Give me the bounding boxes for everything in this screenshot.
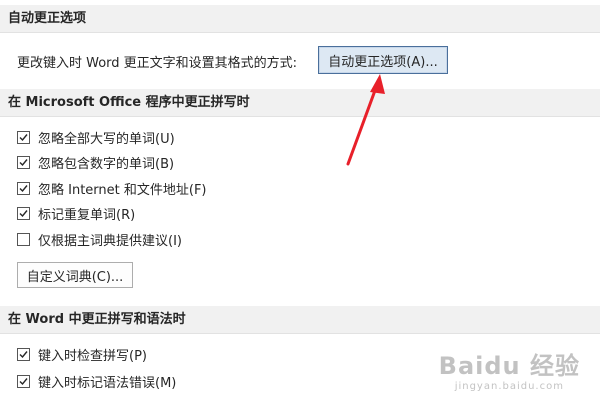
checkmark-icon [19,377,28,385]
baidu-watermark: Baidu 经验 jingyan.baidu.com [439,346,580,392]
checkbox[interactable] [17,347,30,361]
office-spelling-option-2[interactable]: 忽略 Internet 和文件地址(F) [17,178,207,198]
checkbox-label: 键入时标记语法错误(M) [38,375,177,391]
checkmark-icon [19,350,28,358]
office-spelling-option-3[interactable]: 标记重复单词(R) [17,204,135,224]
word-spelling-option-1[interactable]: 键入时标记语法错误(M) [17,371,176,391]
checkbox[interactable] [17,374,30,388]
custom-dictionaries-button[interactable]: 自定义词典(C)... [17,262,133,288]
autocorrect-description: 更改键入时 Word 更正文字和设置其格式的方式: [17,56,298,71]
checkmark-icon [19,133,28,141]
checkbox[interactable] [17,156,30,169]
checkbox-label: 标记重复单词(R) [38,208,136,223]
autocorrect-section-header: 自动更正选项 [0,5,600,33]
autocorrect-options-button[interactable]: 自动更正选项(A)... [318,46,448,74]
checkbox[interactable] [17,207,30,220]
office-spelling-option-0[interactable]: 忽略全部大写的单词(U) [17,127,175,147]
checkbox-label: 忽略全部大写的单词(U) [38,131,175,147]
checkmark-icon [19,210,28,218]
office-spelling-option-4[interactable]: 仅根据主词典提供建议(I) [17,229,182,249]
watermark-sub: jingyan.baidu.com [454,381,564,392]
word-spelling-section-header: 在 Word 中更正拼写和语法时 [0,306,600,334]
checkbox[interactable] [17,232,30,246]
checkbox-label: 忽略 Internet 和文件地址(F) [38,182,207,198]
watermark-main: Baidu 经验 [438,352,580,380]
office-spelling-option-1[interactable]: 忽略包含数字的单词(B) [17,153,174,173]
word-spelling-option-0[interactable]: 键入时检查拼写(P) [17,344,147,364]
checkmark-icon [19,159,28,167]
checkbox[interactable] [17,181,30,195]
checkbox-label: 键入时检查拼写(P) [38,348,147,364]
checkbox-label: 仅根据主词典提供建议(I) [38,233,182,249]
checkmark-icon [19,184,28,192]
checkbox[interactable] [17,130,30,144]
office-spelling-section-header: 在 Microsoft Office 程序中更正拼写时 [0,89,600,117]
checkbox-label: 忽略包含数字的单词(B) [38,157,175,172]
